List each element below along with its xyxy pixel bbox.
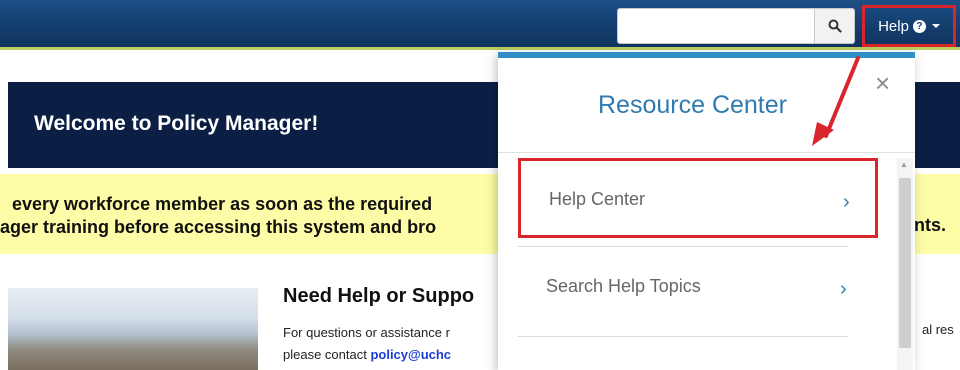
support-email-link[interactable]: policy@uchc: [370, 347, 451, 362]
support-heading: Need Help or Suppo: [283, 285, 475, 307]
caret-down-icon: [931, 24, 940, 28]
support-text-line-1: For questions or assistance r: [283, 325, 450, 340]
support-text-line-2: please contact policy@uchc: [283, 347, 451, 362]
chevron-right-icon: ›: [840, 278, 847, 300]
resource-item-help-center[interactable]: Help Center ›: [518, 158, 878, 238]
chevron-right-icon: ›: [843, 191, 850, 213]
search-button[interactable]: [815, 8, 855, 44]
question-circle-icon: ?: [912, 19, 926, 33]
resource-item-search-help-topics[interactable]: Search Help Topics ›: [518, 248, 878, 328]
resource-item-label: Search Help Topics: [546, 276, 701, 296]
help-menu-button[interactable]: Help ?: [862, 5, 956, 47]
search-input[interactable]: [617, 8, 815, 44]
resource-center-title: Resource Center: [598, 91, 787, 119]
scroll-up-icon[interactable]: ▲: [900, 160, 908, 169]
help-label: Help: [878, 17, 909, 35]
resource-item-separator: [518, 336, 848, 337]
scrollbar-thumb[interactable]: [899, 178, 911, 348]
welcome-title: Welcome to Policy Manager!: [34, 112, 319, 135]
notice-line-2: ager training before accessing this syst…: [0, 217, 437, 237]
notice-line-1: every workforce member as soon as the re…: [12, 194, 433, 214]
resource-item-label: Help Center: [549, 189, 646, 209]
search-icon: [828, 19, 842, 33]
close-icon[interactable]: ×: [875, 70, 890, 96]
resource-center-divider: [498, 152, 915, 153]
landscape-photo: [8, 288, 258, 370]
resource-item-separator: [518, 246, 848, 247]
support-text-right-fragment: al res: [922, 322, 954, 337]
notice-line-2-tail: nts.: [914, 215, 947, 235]
support-contact-prefix: please contact: [283, 347, 371, 362]
